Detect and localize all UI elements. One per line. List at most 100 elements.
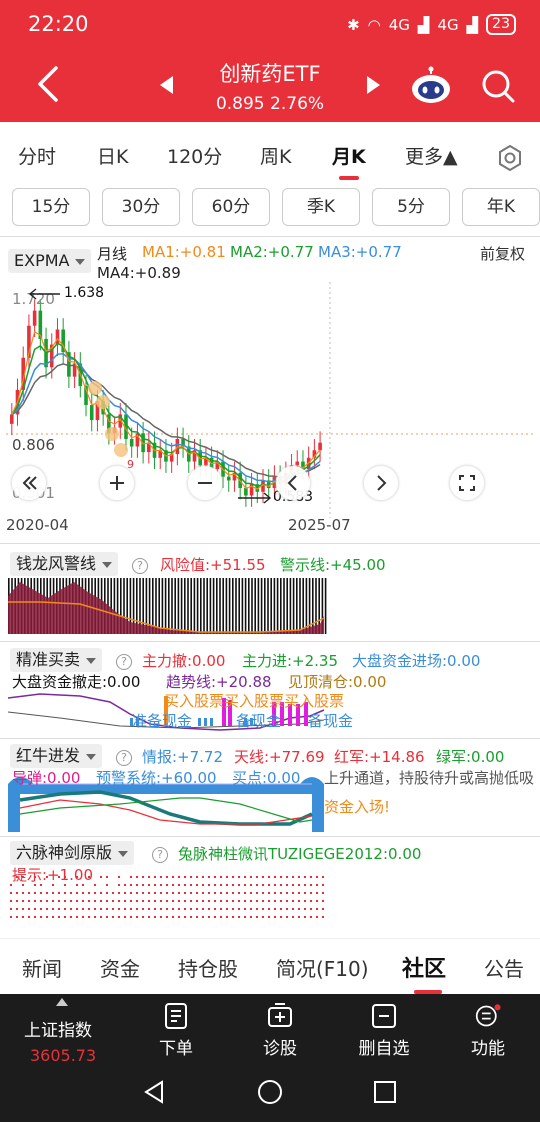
signal-dot <box>184 908 186 910</box>
panel2-buy-text: 买入股票买入股票买入股票 <box>164 692 345 710</box>
signal-dot <box>142 892 144 894</box>
settings-gear-icon[interactable] <box>496 144 524 172</box>
risk-bar <box>171 578 173 634</box>
risk-bar <box>280 578 282 634</box>
subtab-30min[interactable]: 30分 <box>102 188 180 226</box>
battery-icon: 23 <box>486 14 516 35</box>
signal-dot <box>208 900 210 902</box>
tab-120min[interactable]: 120分 <box>167 142 222 169</box>
signal-dot <box>256 884 258 886</box>
risk-bar <box>225 578 228 634</box>
zoom-in-button[interactable] <box>100 466 134 500</box>
signal-dot <box>214 884 216 886</box>
signal-dot <box>88 876 90 878</box>
risk-bar <box>216 578 218 634</box>
panel4-select[interactable]: 六脉神剑原版 <box>10 841 135 865</box>
prev-button[interactable] <box>276 466 310 500</box>
signal-dot <box>304 876 306 878</box>
signal-dot <box>172 892 174 894</box>
signal-dot <box>34 916 36 918</box>
signal-dot <box>304 908 306 910</box>
signal-dot <box>58 908 60 910</box>
signal-dot <box>94 884 96 886</box>
signal-dot <box>178 916 180 918</box>
signal-dot <box>106 900 108 902</box>
signal-dot <box>184 916 186 918</box>
next-stock-icon[interactable] <box>367 76 380 94</box>
signal-dot <box>310 892 312 894</box>
nav-home-icon[interactable] <box>256 1078 284 1106</box>
robot-assistant-icon[interactable] <box>410 66 452 106</box>
signal-dot <box>34 908 36 910</box>
tab-month-k[interactable]: 月K <box>332 142 366 169</box>
signal-dot <box>268 884 270 886</box>
subtab-60min[interactable]: 60分 <box>192 188 270 226</box>
signal-dot <box>250 884 252 886</box>
tab-announcement[interactable]: 公告 <box>484 953 524 982</box>
nav-recents-icon[interactable] <box>372 1079 398 1105</box>
help-icon[interactable]: ? <box>116 651 132 670</box>
signal-dot <box>130 876 132 878</box>
remove-watchlist-button[interactable]: 删自选 <box>344 1002 424 1059</box>
signal-dot <box>142 900 144 902</box>
tab-week-k[interactable]: 周K <box>260 142 291 169</box>
bottom-action-bar: 上证指数 3605.73 下单 诊股 删自选 功能 <box>0 994 540 1122</box>
signal-dot <box>304 892 306 894</box>
fullscreen-button[interactable] <box>450 466 484 500</box>
risk-bar <box>270 578 272 634</box>
subtab-season-k[interactable]: 季K <box>282 188 360 226</box>
next-button[interactable] <box>364 466 398 500</box>
function-button[interactable]: 功能 <box>448 1002 528 1059</box>
risk-bar <box>228 578 231 634</box>
subtab-15min[interactable]: 15分 <box>12 188 90 226</box>
panel2-select[interactable]: 精准买卖 <box>10 648 103 672</box>
signal-dot <box>112 908 114 910</box>
divider <box>0 738 540 739</box>
tab-fenshi[interactable]: 分时 <box>18 142 56 169</box>
tab-day-k[interactable]: 日K <box>97 142 128 169</box>
signal-dot <box>214 908 216 910</box>
signal-dot <box>292 884 294 886</box>
help-icon[interactable]: ? <box>132 555 148 574</box>
nav-back-icon[interactable] <box>142 1078 168 1106</box>
signal-dot <box>250 876 252 878</box>
help-icon[interactable]: ? <box>152 844 168 863</box>
tab-community[interactable]: 社区 <box>402 951 446 983</box>
tab-holdings[interactable]: 持仓股 <box>178 953 238 982</box>
signal-dot <box>52 916 54 918</box>
signal-dot <box>244 916 246 918</box>
adjust-mode[interactable]: 前复权 <box>480 243 525 264</box>
indicator-select[interactable]: EXPMA <box>8 249 92 273</box>
signal-dot <box>166 884 168 886</box>
stock-price: 0.895 <box>215 94 265 114</box>
risk-bar <box>241 578 244 634</box>
tab-news[interactable]: 新闻 <box>22 953 62 982</box>
subtab-5min[interactable]: 5分 <box>372 188 450 226</box>
wifi-icon: ◠ <box>367 15 381 34</box>
tab-funds[interactable]: 资金 <box>100 953 140 982</box>
tab-f10[interactable]: 简况(F10) <box>276 953 369 982</box>
risk-bar <box>257 578 260 634</box>
signal-dot <box>280 900 282 902</box>
signal-dot <box>94 916 96 918</box>
scroll-left-button[interactable] <box>12 466 46 500</box>
signal-dot <box>202 876 204 878</box>
panel1-select[interactable]: 钱龙风警线 <box>10 552 119 576</box>
signal-dot <box>106 916 108 918</box>
tab-more[interactable]: 更多▲ <box>405 142 458 169</box>
risk-bar <box>190 578 192 634</box>
diagnose-button[interactable]: 诊股 <box>240 1002 320 1059</box>
diagnose-label: 诊股 <box>263 1039 297 1059</box>
active-tab-indicator <box>339 176 359 180</box>
zoom-out-button[interactable] <box>188 466 222 500</box>
signal-dot <box>166 892 168 894</box>
high-price-label: 1.638 <box>64 285 105 301</box>
signal-dot <box>166 900 168 902</box>
risk-bar <box>260 578 263 634</box>
signal-dot <box>274 900 276 902</box>
subtab-year-k[interactable]: 年K <box>462 188 540 226</box>
search-icon[interactable] <box>480 68 516 104</box>
signal-dot <box>34 876 36 878</box>
signal-dot <box>190 892 192 894</box>
order-button[interactable]: 下单 <box>136 1002 216 1059</box>
